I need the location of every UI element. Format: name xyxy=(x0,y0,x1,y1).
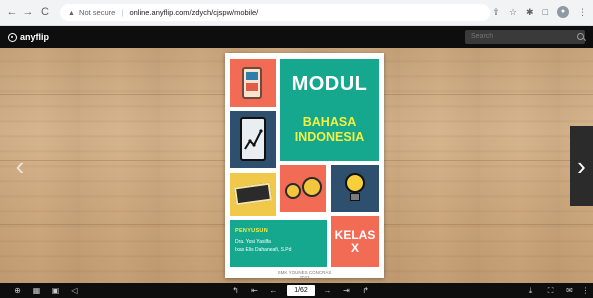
more-icon[interactable]: ⋮ xyxy=(580,285,591,296)
banknote-icon xyxy=(233,182,273,206)
warning-icon: ▲ xyxy=(68,10,75,17)
last-page-icon[interactable]: ⇥ xyxy=(341,285,352,296)
star-icon[interactable]: ☆ xyxy=(509,5,517,19)
cover-title: MODUL xyxy=(291,73,368,95)
author-name-2: Ixas Elis Dahaneafi, S.Pd xyxy=(235,247,292,253)
share-icon[interactable]: ↰ xyxy=(230,285,241,296)
next-page-icon[interactable]: → xyxy=(322,285,333,296)
book-stage: ‹ › MODUL BAHASA INDONESIA PENYUSUN Dra.… xyxy=(0,48,593,283)
address-bar[interactable]: ▲ Not secure | online.anyflip.com/zdych/… xyxy=(60,4,490,21)
forward-share-icon[interactable]: ↱ xyxy=(360,285,371,296)
chart-tile xyxy=(230,111,276,168)
page-number-indicator[interactable]: 1/62 xyxy=(287,285,315,296)
browser-actions: ⇪ ☆ ✱ □ ● ⋮ xyxy=(492,5,587,19)
viewer-footer: ⊕ ▦ ▣ ◁ ↰ ⇤ ← 1/62 → ⇥ ↱ ⤓ ⛶ ✉ ⋮ xyxy=(0,283,593,298)
coins-tile xyxy=(280,165,326,212)
profile-icon[interactable]: ● xyxy=(557,6,569,18)
window-icon[interactable]: □ xyxy=(543,5,548,19)
previous-page-arrow-icon[interactable]: ‹ xyxy=(8,151,32,181)
download-icon[interactable]: ⤓ xyxy=(525,285,536,296)
cover-subject-line2: INDONESIA xyxy=(294,130,365,144)
class-number: X xyxy=(350,241,359,255)
author-tile: PENYUSUN Dra. Yosi Yasilfa Ixas Elis Dah… xyxy=(230,220,327,267)
chart-phone-icon xyxy=(240,117,266,161)
lightbulb-icon xyxy=(345,173,365,193)
coin-icon xyxy=(285,183,301,199)
search-icon[interactable] xyxy=(577,33,584,40)
previous-page-icon[interactable]: ← xyxy=(268,285,279,296)
address-url: online.anyflip.com/zdych/cjspw/mobile/ xyxy=(129,8,259,17)
brand-logo[interactable]: anyflip xyxy=(8,31,49,43)
line-chart-icon xyxy=(244,129,263,150)
smartphone-tile xyxy=(230,59,276,107)
cover-subject: BAHASA INDONESIA xyxy=(280,115,379,145)
lightbulb-base-icon xyxy=(350,193,360,201)
author-name-1: Dra. Yosi Yasilfa xyxy=(235,239,271,245)
brand-name: anyflip xyxy=(20,32,50,42)
smartphone-icon xyxy=(242,67,262,99)
table-of-contents-icon[interactable]: ▣ xyxy=(50,285,61,296)
thumbnails-icon[interactable]: ▦ xyxy=(31,285,42,296)
school-name: SMK YOUNES CONCRAS 2023 xyxy=(225,270,384,280)
share-icon[interactable]: ⇪ xyxy=(492,5,500,19)
viewer-header: anyflip xyxy=(0,26,593,48)
forward-button[interactable]: → xyxy=(21,5,35,19)
cover-subject-line1: BAHASA xyxy=(302,115,357,129)
title-tile: MODUL BAHASA INDONESIA xyxy=(280,59,379,161)
address-separator: | xyxy=(121,8,124,17)
lightbulb-tile xyxy=(331,165,379,212)
first-page-icon[interactable]: ⇤ xyxy=(249,285,260,296)
reload-button[interactable]: C xyxy=(38,5,52,19)
search-input[interactable] xyxy=(465,30,585,44)
school-year: 2023 xyxy=(299,275,310,280)
next-page-arrow-icon[interactable]: › xyxy=(570,126,593,206)
menu-icon[interactable]: ⋮ xyxy=(578,5,587,19)
sound-icon[interactable]: ◁ xyxy=(69,285,80,296)
coin-icon xyxy=(302,177,322,197)
class-tile: KELAS X xyxy=(331,216,379,267)
fullscreen-icon[interactable]: ⛶ xyxy=(545,285,556,296)
back-button[interactable]: ← xyxy=(5,5,19,19)
security-label: Not secure xyxy=(79,8,116,17)
extensions-icon[interactable]: ✱ xyxy=(526,5,534,19)
money-tile xyxy=(230,173,276,216)
book-cover[interactable]: MODUL BAHASA INDONESIA PENYUSUN Dra. Yos… xyxy=(225,53,384,280)
anyflip-logo-icon xyxy=(8,32,17,42)
email-icon[interactable]: ✉ xyxy=(564,285,575,296)
zoom-icon[interactable]: ⊕ xyxy=(12,285,23,296)
browser-toolbar: ← → C ▲ Not secure | online.anyflip.com/… xyxy=(0,0,593,26)
